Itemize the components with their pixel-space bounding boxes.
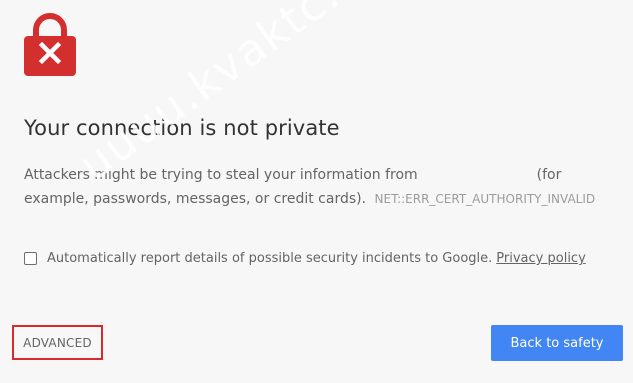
page-title: Your connection is not private xyxy=(24,116,340,140)
explanation-text: Attackers might be trying to steal your … xyxy=(24,163,614,211)
report-label: Automatically report details of possible… xyxy=(47,251,493,266)
advanced-button[interactable]: ADVANCED xyxy=(12,325,103,360)
error-code[interactable]: NET::ERR_CERT_AUTHORITY_INVALID xyxy=(375,192,596,206)
body-text-part1: Attackers might be trying to steal your … xyxy=(24,167,418,183)
lock-error-icon xyxy=(24,12,76,76)
back-to-safety-button[interactable]: Back to safety xyxy=(491,325,623,361)
privacy-policy-link[interactable]: Privacy policy xyxy=(496,251,585,266)
report-checkbox[interactable] xyxy=(24,252,37,265)
report-row: Automatically report details of possible… xyxy=(24,251,586,266)
